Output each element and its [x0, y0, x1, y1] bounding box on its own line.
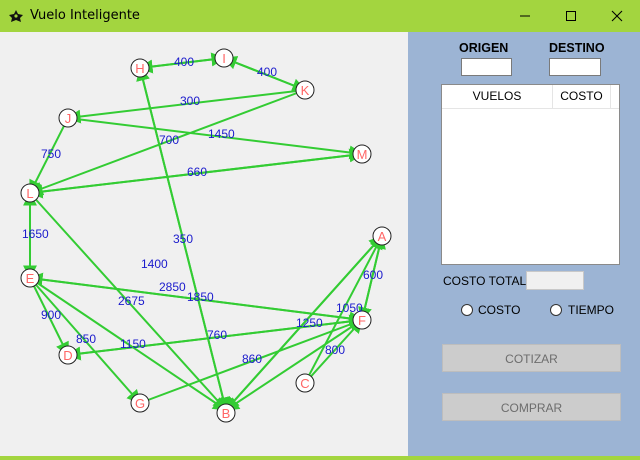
node-label: D — [63, 348, 72, 363]
edge-weight: 900 — [41, 308, 61, 322]
control-panel: ORIGEN DESTINO VUELOS COSTO COSTO TOTAL:… — [408, 32, 640, 460]
edge-weight: 300 — [180, 94, 200, 108]
edge-weight: 350 — [173, 232, 193, 246]
column-header-flights[interactable]: VUELOS — [442, 85, 553, 108]
flights-list-header: VUELOS COSTO — [442, 85, 619, 109]
node-label: H — [135, 61, 144, 76]
node-labels: H I K J M L E A F D C G B — [26, 51, 387, 421]
time-radio-label[interactable]: TIEMPO — [568, 303, 614, 317]
edge-weight: 400 — [174, 55, 194, 69]
route-edges — [23, 52, 386, 412]
node-label: C — [300, 376, 309, 391]
origin-label: ORIGEN — [459, 41, 509, 55]
quote-button[interactable]: COTIZAR — [442, 344, 621, 372]
node-label: J — [65, 111, 72, 126]
edge-weight: 660 — [187, 165, 207, 179]
edge-weight: 850 — [76, 332, 96, 346]
close-icon — [611, 10, 623, 22]
edge-weight: 1450 — [208, 127, 235, 141]
edge-weight: 600 — [363, 268, 383, 282]
node-label: B — [222, 406, 231, 421]
total-cost-field — [526, 271, 584, 290]
maximize-icon — [566, 11, 576, 21]
edge-weight: 700 — [159, 133, 179, 147]
buy-button[interactable]: COMPRAR — [442, 393, 621, 421]
edge-weight: 860 — [242, 352, 262, 366]
edge-weight: 2675 — [118, 294, 145, 308]
window-title: Vuelo Inteligente — [30, 8, 140, 23]
edge-weight: 1250 — [296, 316, 323, 330]
airport-nodes — [20, 48, 392, 423]
starfighter-icon — [9, 10, 23, 22]
minimize-icon — [520, 15, 530, 17]
edge-weight: 1150 — [120, 337, 146, 351]
route-graph-canvas[interactable]: H I K J M L E A F D C G B 400 400 300 70… — [0, 32, 408, 460]
cost-radio-label[interactable]: COSTO — [478, 303, 520, 317]
column-header-cost[interactable]: COSTO — [553, 85, 611, 108]
window-bottom-border — [0, 456, 640, 460]
total-cost-label: COSTO TOTAL: — [443, 274, 530, 288]
node-label: A — [378, 229, 387, 244]
edge-weight: 800 — [325, 343, 345, 357]
edge-weight: 760 — [207, 328, 227, 342]
maximize-button[interactable] — [548, 0, 594, 32]
edge-weight: 750 — [41, 147, 61, 161]
edge-weight: 1850 — [187, 290, 214, 304]
edge-weight: 1400 — [141, 257, 168, 271]
node-label: L — [26, 186, 33, 201]
edge-weight: 1650 — [22, 227, 49, 241]
minimize-button[interactable] — [502, 0, 548, 32]
node-label: I — [222, 51, 226, 66]
route-graph: H I K J M L E A F D C G B 400 400 300 70… — [20, 48, 392, 423]
app-window: Vuelo Inteligente H I K J M L E A F D C … — [0, 0, 640, 460]
edge-weight: 400 — [257, 65, 277, 79]
node-label: F — [358, 313, 366, 328]
cost-radio[interactable] — [461, 304, 473, 316]
destination-label: DESTINO — [549, 41, 605, 55]
node-label: M — [357, 147, 368, 162]
node-label: E — [26, 271, 35, 286]
edge-weight: 1050 — [336, 301, 363, 315]
destination-input[interactable] — [549, 58, 601, 76]
title-bar[interactable]: Vuelo Inteligente — [0, 0, 640, 32]
close-button[interactable] — [594, 0, 640, 32]
time-radio[interactable] — [550, 304, 562, 316]
edge-weight: 2850 — [159, 280, 186, 294]
node-label: G — [135, 396, 145, 411]
flights-list[interactable]: VUELOS COSTO — [441, 84, 620, 265]
node-label: K — [301, 83, 310, 98]
origin-input[interactable] — [461, 58, 512, 76]
